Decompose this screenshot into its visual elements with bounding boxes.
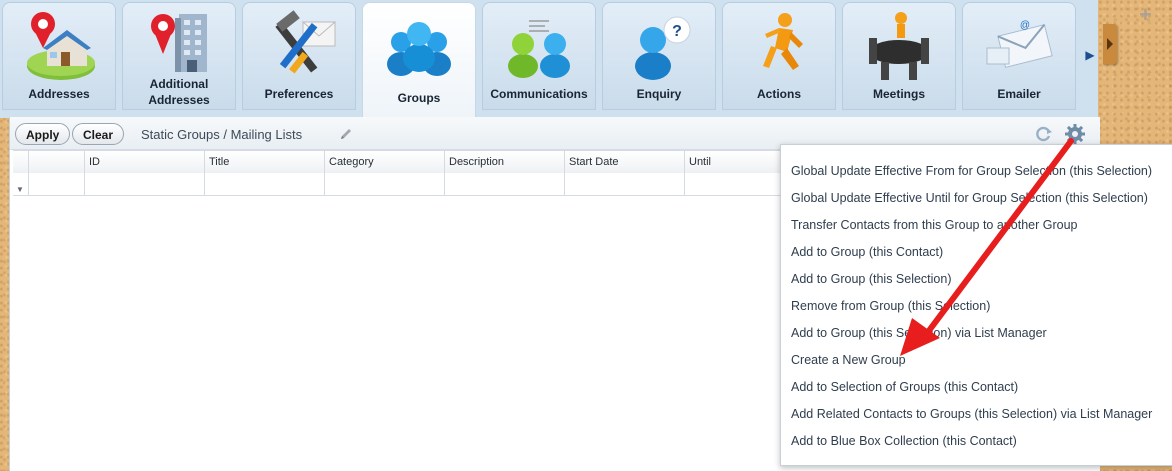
menu-item-global-update-until[interactable]: Global Update Effective Until for Group …: [791, 185, 1148, 212]
house-pin-icon: [27, 12, 95, 80]
tab-groups[interactable]: Groups: [362, 2, 476, 120]
filter-cell[interactable]: [85, 173, 205, 195]
panel-title: Static Groups / Mailing Lists: [141, 127, 303, 142]
tab-preferences[interactable]: Preferences: [242, 2, 356, 110]
tab-addresses[interactable]: Addresses: [2, 2, 116, 110]
grid-header-start-date[interactable]: Start Date: [565, 151, 685, 173]
menu-item-add-related-contacts[interactable]: Add Related Contacts to Groups (this Sel…: [791, 401, 1152, 428]
menu-item-remove-from-group[interactable]: Remove from Group (this Selection): [791, 293, 990, 320]
group-people-icon: [387, 22, 451, 76]
filter-cell[interactable]: [29, 173, 85, 195]
tab-label: Actions: [756, 87, 801, 101]
running-man-icon: [763, 13, 803, 70]
tab-emailer[interactable]: @ Emailer: [962, 2, 1076, 110]
grid-header-until[interactable]: Until: [685, 151, 783, 173]
tab-communications[interactable]: Communications: [482, 2, 596, 110]
side-panel-handle[interactable]: [1103, 24, 1117, 64]
tools-icon: [275, 10, 337, 74]
refresh-icon[interactable]: [1035, 125, 1053, 143]
gear-icon[interactable]: [1064, 123, 1086, 145]
grid-header-cell: [13, 151, 29, 173]
menu-item-transfer-contacts[interactable]: Transfer Contacts from this Group to ano…: [791, 212, 1077, 239]
menu-item-add-via-list-manager[interactable]: Add to Group (this Selection) via List M…: [791, 320, 1047, 347]
tab-label: Preferences: [264, 87, 334, 101]
filter-cell[interactable]: [205, 173, 325, 195]
tab-label: Meetings: [872, 87, 925, 101]
clear-button[interactable]: Clear: [72, 123, 125, 145]
grid-header-id[interactable]: ID: [85, 151, 205, 173]
grid-header-cell: [29, 151, 85, 173]
grid-header-category[interactable]: Category: [325, 151, 445, 173]
building-pin-icon: [151, 14, 207, 72]
tab-label: Enquiry: [636, 87, 682, 101]
menu-item-add-to-selection-of-groups[interactable]: Add to Selection of Groups (this Contact…: [791, 374, 1018, 401]
tab-additional-addresses[interactable]: Additional Addresses: [122, 2, 236, 110]
envelope-icon: @: [986, 20, 1053, 68]
menu-item-add-selection-to-group[interactable]: Add to Group (this Selection): [791, 266, 952, 293]
apply-button[interactable]: Apply: [15, 123, 71, 145]
tab-label: Addresses: [28, 87, 90, 101]
tab-label: Communications: [490, 87, 588, 101]
grid-header-description[interactable]: Description: [445, 151, 565, 173]
filter-icon: ▼: [16, 185, 24, 194]
svg-text:?: ?: [672, 23, 682, 40]
tabs-scroll-right-icon[interactable]: ▶: [1083, 46, 1097, 64]
plus-icon: +: [1139, 2, 1152, 27]
gear-dropdown-menu: Global Update Effective From for Group S…: [780, 144, 1172, 466]
grid-filter-row: ▼: [13, 173, 783, 196]
grid-header-row: ID Title Category Description Start Date…: [13, 150, 783, 174]
tab-label: Additional Addresses: [148, 77, 210, 107]
menu-item-create-new-group[interactable]: Create a New Group: [791, 347, 906, 374]
filter-cell[interactable]: [685, 173, 783, 195]
tab-label: Groups: [397, 91, 441, 105]
meeting-table-icon: [869, 12, 929, 80]
tab-meetings[interactable]: Meetings: [842, 2, 956, 110]
filter-cell[interactable]: [565, 173, 685, 195]
menu-item-global-update-from[interactable]: Global Update Effective From for Group S…: [791, 158, 1152, 185]
menu-item-add-contact-to-group[interactable]: Add to Group (this Contact): [791, 239, 943, 266]
communications-people-icon: [508, 20, 570, 78]
menu-item-add-to-blue-box[interactable]: Add to Blue Box Collection (this Contact…: [791, 428, 1017, 455]
tab-actions[interactable]: Actions: [722, 2, 836, 110]
filter-cell[interactable]: ▼: [13, 173, 29, 195]
filter-cell[interactable]: [325, 173, 445, 195]
enquiry-person-icon: ?: [635, 16, 691, 80]
tab-enquiry[interactable]: ? Enquiry: [602, 2, 716, 110]
filter-cell[interactable]: [445, 173, 565, 195]
grid-header-title[interactable]: Title: [205, 151, 325, 173]
svg-text:@: @: [1020, 20, 1030, 31]
tab-label: Emailer: [997, 87, 1041, 101]
module-tabs: Addresses Additional Addresses Preferenc…: [0, 0, 1098, 120]
pencil-icon[interactable]: [339, 127, 353, 141]
